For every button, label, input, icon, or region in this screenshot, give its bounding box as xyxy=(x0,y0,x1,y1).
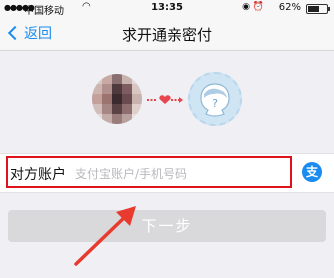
account-label: 对方账户 xyxy=(10,167,66,183)
status-icons: ◉ ⏰ xyxy=(242,2,264,12)
battery-icon xyxy=(306,4,330,14)
user-avatar xyxy=(92,74,142,124)
account-row: 对方账户 支付宝账户/手机号码 支 xyxy=(0,153,334,193)
nav-bar: 返回 求开通亲密付 xyxy=(0,16,334,51)
unknown-person-icon: ? xyxy=(200,83,230,117)
page-title: 求开通亲密付 xyxy=(121,26,212,44)
status-bar: ●●●●● 中国移动 ◠ 13:35 ◉ ⏰ 62% xyxy=(0,0,334,17)
friend-placeholder-avatar: ? xyxy=(188,72,242,126)
svg-text:?: ? xyxy=(212,97,218,110)
battery-percent: 62% xyxy=(278,2,301,13)
battery-fill xyxy=(308,6,320,12)
alipay-contacts-icon[interactable]: 支 xyxy=(302,162,322,182)
avatar-section: ? xyxy=(0,50,334,150)
heart-link-icon xyxy=(147,95,183,104)
next-button[interactable]: 下一步 xyxy=(8,210,326,242)
account-input[interactable]: 支付宝账户/手机号码 xyxy=(75,165,187,182)
